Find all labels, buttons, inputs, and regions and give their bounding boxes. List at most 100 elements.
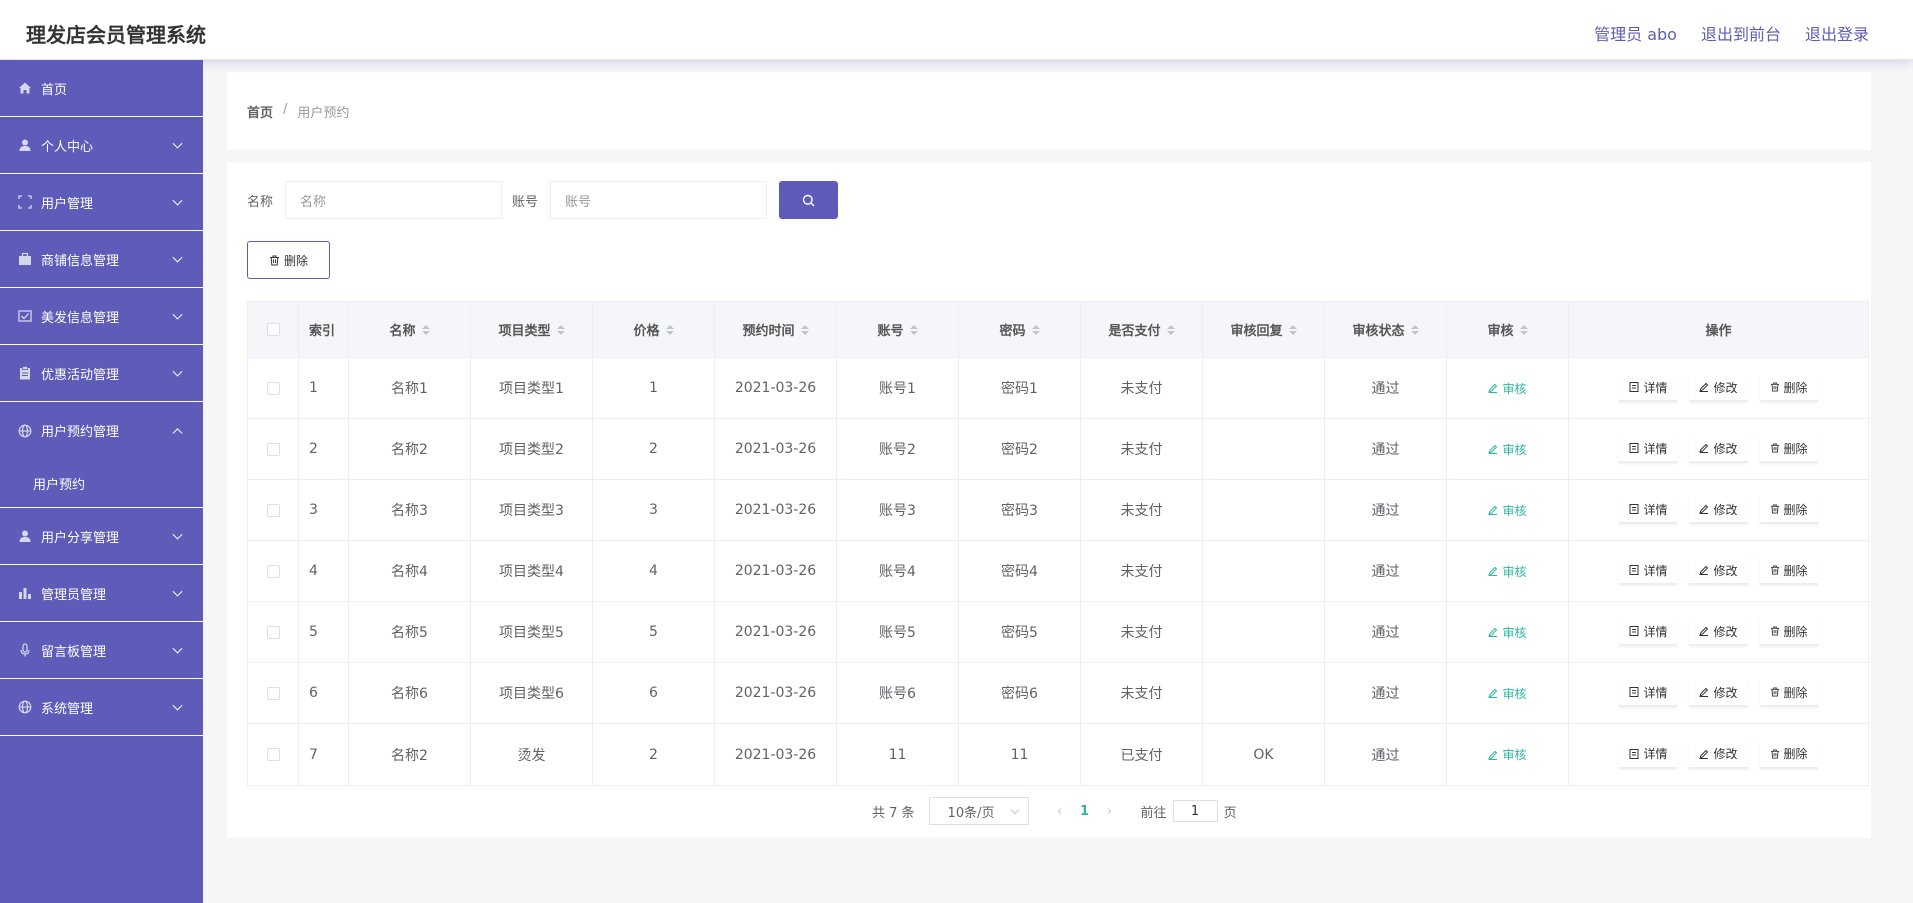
detail-button[interactable]: 详情 bbox=[1619, 740, 1678, 769]
edit-button[interactable]: 修改 bbox=[1689, 374, 1748, 402]
audit-link[interactable]: 审核 bbox=[1488, 502, 1527, 519]
edit-button[interactable]: 修改 bbox=[1689, 679, 1748, 707]
sidebar-item-message-board[interactable]: 留言板管理 bbox=[0, 622, 203, 679]
audit-link[interactable]: 审核 bbox=[1488, 441, 1527, 458]
cell-index: 7 bbox=[299, 724, 349, 785]
sidebar-item-system[interactable]: 系统管理 bbox=[0, 679, 203, 736]
edit-button[interactable]: 修改 bbox=[1689, 618, 1748, 646]
cell-reserve-time: 2021-03-26 bbox=[715, 480, 837, 540]
header-checkbox-cell bbox=[248, 302, 299, 357]
header-account[interactable]: 账号 bbox=[837, 302, 959, 357]
cell-paid: 已支付 bbox=[1081, 724, 1203, 785]
search-button[interactable] bbox=[779, 181, 839, 219]
chevron-down-icon bbox=[172, 586, 183, 597]
audit-link[interactable]: 审核 bbox=[1488, 380, 1527, 397]
detail-button[interactable]: 详情 bbox=[1619, 557, 1678, 585]
breadcrumb-home[interactable]: 首页 bbox=[247, 102, 273, 121]
detail-button[interactable]: 详情 bbox=[1619, 496, 1678, 524]
audit-link[interactable]: 审核 bbox=[1488, 563, 1527, 580]
sidebar-item-personal-center[interactable]: 个人中心 bbox=[0, 117, 203, 174]
page-number[interactable]: 1 bbox=[1071, 804, 1099, 819]
sidebar-item-promotion[interactable]: 优惠活动管理 bbox=[0, 345, 203, 402]
sort-icon bbox=[1410, 324, 1419, 335]
row-checkbox[interactable] bbox=[266, 564, 280, 578]
delete-button[interactable]: 删除 bbox=[1759, 374, 1818, 402]
edit-icon bbox=[1488, 505, 1498, 515]
exit-to-front-link[interactable]: 退出到前台 bbox=[1701, 21, 1781, 45]
sort-icon bbox=[665, 324, 674, 335]
sidebar-subitem-reservation[interactable]: 用户预约 bbox=[0, 459, 203, 508]
name-search-input[interactable]: 名称 bbox=[285, 181, 503, 219]
header-password[interactable]: 密码 bbox=[959, 302, 1081, 357]
logout-link[interactable]: 退出登录 bbox=[1805, 21, 1869, 45]
header-project-type[interactable]: 项目类型 bbox=[471, 302, 593, 357]
sidebar-item-user-management[interactable]: 用户管理 bbox=[0, 174, 203, 231]
header-price[interactable]: 价格 bbox=[593, 302, 715, 357]
sidebar-item-share[interactable]: 用户分享管理 bbox=[0, 508, 203, 565]
detail-label: 详情 bbox=[1643, 563, 1668, 578]
document-icon bbox=[1629, 626, 1639, 636]
row-checkbox[interactable] bbox=[266, 442, 280, 456]
sidebar-item-hair-info[interactable]: 美发信息管理 bbox=[0, 288, 203, 345]
row-checkbox[interactable] bbox=[266, 625, 280, 639]
audit-link[interactable]: 审核 bbox=[1488, 746, 1527, 763]
total-count: 共 7 条 bbox=[872, 805, 915, 821]
breadcrumb-current: 用户预约 bbox=[297, 106, 350, 121]
detail-button[interactable]: 详情 bbox=[1619, 435, 1678, 463]
table-header-row: 索引 名称 项目类型 价格 预约时间 账号 密码 是否支付 审核回复 审核状态 … bbox=[248, 302, 1868, 358]
row-checkbox[interactable] bbox=[266, 503, 280, 517]
detail-button[interactable]: 详情 bbox=[1619, 618, 1678, 646]
sidebar-item-admin[interactable]: 管理员管理 bbox=[0, 565, 203, 622]
table-row: 3 名称3 项目类型3 3 2021-03-26 账号3 密码3 未支付 通过 审核 详情 修改… bbox=[248, 480, 1868, 541]
header-audit[interactable]: 审核 bbox=[1447, 302, 1569, 357]
row-checkbox-cell bbox=[248, 724, 299, 785]
header-reserve-time[interactable]: 预约时间 bbox=[715, 302, 837, 357]
batch-delete-button[interactable]: 删除 bbox=[247, 241, 330, 279]
header-name[interactable]: 名称 bbox=[349, 302, 471, 357]
delete-button[interactable]: 删除 bbox=[1759, 435, 1818, 463]
edit-button[interactable]: 修改 bbox=[1689, 557, 1748, 585]
detail-label: 详情 bbox=[1643, 624, 1668, 639]
header-paid[interactable]: 是否支付 bbox=[1081, 302, 1203, 357]
clipboard-icon bbox=[17, 365, 33, 381]
goto-page-input[interactable]: 1 bbox=[1172, 800, 1218, 822]
sidebar-item-home[interactable]: 首页 bbox=[0, 60, 203, 117]
detail-button[interactable]: 详情 bbox=[1619, 679, 1678, 707]
sidebar: 首页 个人中心 用户管理 商铺信息管理 美发信息管理 优惠活动管理 用户预约管理… bbox=[0, 60, 203, 903]
delete-button[interactable]: 删除 bbox=[1759, 679, 1818, 707]
row-checkbox[interactable] bbox=[266, 686, 280, 700]
delete-button[interactable]: 删除 bbox=[1759, 496, 1818, 524]
prev-page-button[interactable]: ‹ bbox=[1049, 804, 1071, 819]
select-all-checkbox[interactable] bbox=[266, 323, 280, 336]
cell-project-type: 项目类型6 bbox=[471, 663, 593, 723]
cell-account: 账号6 bbox=[837, 663, 959, 723]
edit-button[interactable]: 修改 bbox=[1689, 740, 1748, 769]
cell-password: 密码3 bbox=[959, 480, 1081, 540]
edit-icon bbox=[1699, 565, 1709, 575]
sidebar-item-reservation[interactable]: 用户预约管理 bbox=[0, 402, 203, 459]
cell-password: 密码4 bbox=[959, 541, 1081, 601]
page-size-select[interactable]: 10条/页 bbox=[928, 797, 1029, 825]
cell-price: 2 bbox=[593, 724, 715, 785]
sidebar-item-label: 个人中心 bbox=[41, 139, 94, 155]
row-checkbox[interactable] bbox=[266, 381, 280, 395]
edit-button[interactable]: 修改 bbox=[1689, 435, 1748, 463]
pagination: 共 7 条 10条/页 ‹ 1 › 前往 1 页 bbox=[872, 797, 1237, 825]
cell-audit-reply bbox=[1203, 663, 1325, 723]
header-audit-reply[interactable]: 审核回复 bbox=[1203, 302, 1325, 357]
audit-link[interactable]: 审核 bbox=[1488, 624, 1527, 641]
audit-link[interactable]: 审核 bbox=[1488, 685, 1527, 702]
detail-button[interactable]: 详情 bbox=[1619, 374, 1678, 402]
row-checkbox[interactable] bbox=[266, 748, 280, 761]
delete-button[interactable]: 删除 bbox=[1759, 618, 1818, 646]
delete-button[interactable]: 删除 bbox=[1759, 557, 1818, 585]
header-audit-status[interactable]: 审核状态 bbox=[1325, 302, 1447, 357]
delete-button[interactable]: 删除 bbox=[1759, 740, 1818, 769]
next-page-button[interactable]: › bbox=[1099, 804, 1121, 819]
edit-button[interactable]: 修改 bbox=[1689, 496, 1748, 524]
sidebar-item-shop-info[interactable]: 商铺信息管理 bbox=[0, 231, 203, 288]
sidebar-item-label: 系统管理 bbox=[41, 701, 94, 717]
cell-name: 名称4 bbox=[349, 541, 471, 601]
cell-index: 6 bbox=[299, 663, 349, 723]
account-search-input[interactable]: 账号 bbox=[550, 181, 768, 219]
